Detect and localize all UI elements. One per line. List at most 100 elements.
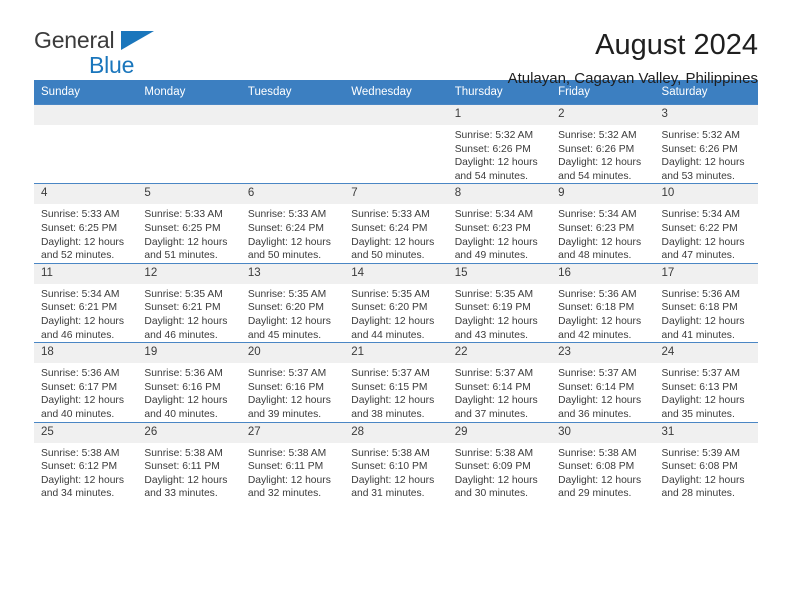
calendar-day-cell[interactable]: 10 Sunrise: 5:34 AM Sunset: 6:22 PM Dayligh… <box>654 183 758 264</box>
sunset-text: Sunset: 6:13 PM <box>661 381 738 393</box>
sunrise-text: Sunrise: 5:38 AM <box>351 447 430 459</box>
calendar-day-cell[interactable]: 30 Sunrise: 5:38 AM Sunset: 6:08 PM Dayligh… <box>551 421 655 501</box>
calendar-day-cell[interactable]: 1 Sunrise: 5:32 AM Sunset: 6:26 PM Daylight… <box>447 103 552 184</box>
calendar-day-cell[interactable]: 12 Sunrise: 5:35 AM Sunset: 6:21 PM Dayligh… <box>137 262 241 343</box>
sunrise-text: Sunrise: 5:38 AM <box>41 447 120 459</box>
day-details: Sunrise: 5:33 AM Sunset: 6:24 PM Daylight:… <box>344 204 447 262</box>
sunset-text: Sunset: 6:21 PM <box>41 302 118 314</box>
day-details: Sunrise: 5:34 AM Sunset: 6:21 PM Daylight:… <box>34 284 137 342</box>
day-details: Sunrise: 5:37 AM Sunset: 6:14 PM Daylight:… <box>551 363 654 421</box>
sunset-text: Sunset: 6:21 PM <box>144 302 221 314</box>
calendar-day-cell[interactable]: 16 Sunrise: 5:36 AM Sunset: 6:18 PM Dayligh… <box>551 262 655 343</box>
calendar-cell-empty <box>34 103 138 184</box>
daylight-text: Daylight: 12 hours and 46 minutes. <box>144 315 228 341</box>
day-number: 28 <box>344 422 448 443</box>
sunset-text: Sunset: 6:24 PM <box>247 222 324 234</box>
calendar-day-cell[interactable]: 31 Sunrise: 5:39 AM Sunset: 6:08 PM Dayligh… <box>654 421 758 501</box>
daylight-text: Daylight: 12 hours and 54 minutes. <box>454 157 538 182</box>
calendar-cell-empty <box>240 103 345 184</box>
day-number: 23 <box>551 343 655 364</box>
day-number <box>137 105 241 125</box>
day-number: 27 <box>240 422 345 443</box>
day-number: 5 <box>137 184 241 205</box>
calendar-day-cell[interactable]: 17 Sunrise: 5:36 AM Sunset: 6:18 PM Dayligh… <box>654 262 758 343</box>
day-details: Sunrise: 5:38 AM Sunset: 6:10 PM Daylight:… <box>344 443 447 501</box>
daylight-text: Daylight: 12 hours and 37 minutes. <box>454 395 538 420</box>
day-number: 30 <box>551 422 655 443</box>
calendar-week-row: 1 Sunrise: 5:32 AM Sunset: 6:26 PM Daylight… <box>34 103 758 184</box>
calendar-day-cell[interactable]: 29 Sunrise: 5:38 AM Sunset: 6:09 PM Dayligh… <box>447 421 552 501</box>
sunrise-text: Sunrise: 5:35 AM <box>247 288 327 300</box>
calendar-day-cell[interactable]: 2 Sunrise: 5:32 AM Sunset: 6:26 PM Daylight… <box>551 103 655 184</box>
day-details: Sunrise: 5:38 AM Sunset: 6:09 PM Daylight:… <box>448 443 551 501</box>
calendar-day-cell[interactable]: 23 Sunrise: 5:37 AM Sunset: 6:14 PM Dayligh… <box>551 342 655 422</box>
calendar-day-cell[interactable]: 13 Sunrise: 5:35 AM Sunset: 6:20 PM Dayligh… <box>240 262 345 343</box>
day-number: 15 <box>447 263 552 284</box>
sunset-text: Sunset: 6:12 PM <box>41 461 118 473</box>
daylight-text: Daylight: 12 hours and 29 minutes. <box>558 474 642 500</box>
title-block: August 2024 Atulayan, Cagayan Valley, Ph… <box>508 28 758 90</box>
sunset-text: Sunset: 6:20 PM <box>247 302 324 314</box>
day-number: 12 <box>137 263 241 284</box>
sunset-text: Sunset: 6:23 PM <box>454 222 531 234</box>
sunrise-text: Sunrise: 5:33 AM <box>351 209 430 221</box>
calendar-day-cell[interactable]: 18 Sunrise: 5:36 AM Sunset: 6:17 PM Dayligh… <box>34 342 138 422</box>
calendar-day-cell[interactable]: 26 Sunrise: 5:38 AM Sunset: 6:11 PM Dayligh… <box>137 421 241 501</box>
daylight-text: Daylight: 12 hours and 54 minutes. <box>558 157 642 182</box>
sunset-text: Sunset: 6:25 PM <box>144 222 221 234</box>
calendar-day-cell[interactable]: 3 Sunrise: 5:32 AM Sunset: 6:26 PM Daylight… <box>654 103 758 184</box>
day-details: Sunrise: 5:35 AM Sunset: 6:20 PM Daylight:… <box>241 284 344 342</box>
daylight-text: Daylight: 12 hours and 40 minutes. <box>41 395 124 420</box>
brand-name-bottom: Blue <box>89 52 135 78</box>
daylight-text: Daylight: 12 hours and 43 minutes. <box>454 315 538 341</box>
calendar-day-cell[interactable]: 5 Sunrise: 5:33 AM Sunset: 6:25 PM Daylight… <box>137 183 241 264</box>
calendar-day-cell[interactable]: 25 Sunrise: 5:38 AM Sunset: 6:12 PM Dayligh… <box>34 421 138 501</box>
calendar-day-cell[interactable]: 7 Sunrise: 5:33 AM Sunset: 6:24 PM Daylight… <box>344 183 448 264</box>
sunrise-text: Sunrise: 5:38 AM <box>454 447 534 459</box>
calendar-day-cell[interactable]: 9 Sunrise: 5:34 AM Sunset: 6:23 PM Daylight… <box>551 183 655 264</box>
page-title: August 2024 <box>595 29 758 61</box>
calendar-day-cell[interactable]: 4 Sunrise: 5:33 AM Sunset: 6:25 PM Daylight… <box>34 183 138 264</box>
calendar-day-cell[interactable]: 21 Sunrise: 5:37 AM Sunset: 6:15 PM Dayligh… <box>344 342 448 422</box>
calendar-day-cell[interactable]: 27 Sunrise: 5:38 AM Sunset: 6:11 PM Dayligh… <box>240 421 345 501</box>
daylight-text: Daylight: 12 hours and 31 minutes. <box>351 474 435 500</box>
day-details: Sunrise: 5:37 AM Sunset: 6:15 PM Daylight:… <box>344 363 447 421</box>
day-number: 26 <box>137 422 241 443</box>
day-number: 18 <box>34 343 138 364</box>
day-details: Sunrise: 5:36 AM Sunset: 6:17 PM Daylight:… <box>34 363 137 421</box>
page-header: General Blue August 2024 Atulayan, Cagay… <box>34 0 758 87</box>
sunrise-text: Sunrise: 5:36 AM <box>661 288 740 300</box>
day-number: 14 <box>344 263 448 284</box>
daylight-text: Daylight: 12 hours and 42 minutes. <box>558 315 642 341</box>
calendar-day-cell[interactable]: 22 Sunrise: 5:37 AM Sunset: 6:14 PM Dayligh… <box>447 342 552 422</box>
sunrise-text: Sunrise: 5:33 AM <box>247 209 327 221</box>
day-details: Sunrise: 5:38 AM Sunset: 6:11 PM Daylight:… <box>137 443 240 501</box>
day-details: Sunrise: 5:36 AM Sunset: 6:18 PM Daylight:… <box>551 284 654 342</box>
calendar-day-cell[interactable]: 20 Sunrise: 5:37 AM Sunset: 6:16 PM Dayligh… <box>240 342 345 422</box>
day-details: Sunrise: 5:32 AM Sunset: 6:26 PM Daylight:… <box>448 125 551 183</box>
calendar-day-cell[interactable]: 11 Sunrise: 5:34 AM Sunset: 6:21 PM Dayligh… <box>34 262 138 343</box>
sunset-text: Sunset: 6:16 PM <box>247 381 324 393</box>
sunset-text: Sunset: 6:22 PM <box>661 222 738 234</box>
calendar-day-cell[interactable]: 14 Sunrise: 5:35 AM Sunset: 6:20 PM Dayligh… <box>344 262 448 343</box>
calendar-day-cell[interactable]: 28 Sunrise: 5:38 AM Sunset: 6:10 PM Dayligh… <box>344 421 448 501</box>
daylight-text: Daylight: 12 hours and 47 minutes. <box>661 236 745 262</box>
brand-logo[interactable]: General Blue <box>34 28 244 84</box>
calendar-day-cell[interactable]: 8 Sunrise: 5:34 AM Sunset: 6:23 PM Daylight… <box>447 183 552 264</box>
calendar-day-cell[interactable]: 6 Sunrise: 5:33 AM Sunset: 6:24 PM Daylight… <box>240 183 345 264</box>
sunset-text: Sunset: 6:10 PM <box>351 461 428 473</box>
sunset-text: Sunset: 6:08 PM <box>661 461 738 473</box>
calendar-cell-empty <box>344 103 448 184</box>
weekday-header-tuesday: Tuesday <box>240 80 345 105</box>
sunset-text: Sunset: 6:15 PM <box>351 381 428 393</box>
day-number: 13 <box>240 263 345 284</box>
calendar-day-cell[interactable]: 24 Sunrise: 5:37 AM Sunset: 6:13 PM Dayligh… <box>654 342 758 422</box>
calendar-week-row: 11 Sunrise: 5:34 AM Sunset: 6:21 PM Dayligh… <box>34 262 758 343</box>
calendar-page: General Blue August 2024 Atulayan, Cagay… <box>0 0 792 612</box>
sunrise-text: Sunrise: 5:35 AM <box>454 288 534 300</box>
sunset-text: Sunset: 6:11 PM <box>144 461 220 473</box>
day-details: Sunrise: 5:34 AM Sunset: 6:22 PM Daylight:… <box>655 204 758 262</box>
calendar-day-cell[interactable]: 19 Sunrise: 5:36 AM Sunset: 6:16 PM Dayligh… <box>137 342 241 422</box>
calendar-day-cell[interactable]: 15 Sunrise: 5:35 AM Sunset: 6:19 PM Dayligh… <box>447 262 552 343</box>
sunrise-text: Sunrise: 5:33 AM <box>41 209 120 221</box>
